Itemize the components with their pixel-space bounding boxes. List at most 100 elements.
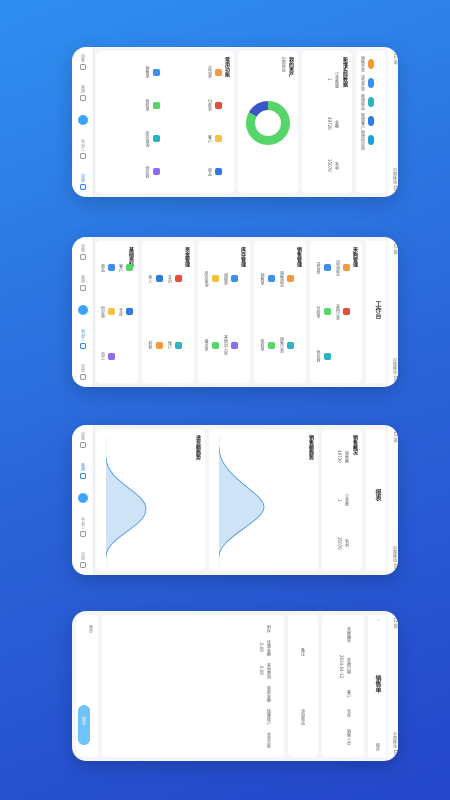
asset-value: 288000 xyxy=(281,57,286,73)
grid-icon xyxy=(79,531,86,538)
report-header: 报表 xyxy=(366,429,386,571)
user-icon xyxy=(79,254,86,261)
status-time: 12:08 xyxy=(393,53,398,65)
shortcut-item[interactable]: 销售单 xyxy=(100,57,160,87)
purchase-icon xyxy=(368,78,374,88)
menu-item[interactable]: 收款单 xyxy=(258,314,275,378)
workbench-header: 工作台 xyxy=(366,241,386,383)
home-screen: 12:08 中国移动 4G 首页 工作台 报表 我的 销售开单 进货开单 新增商… xyxy=(72,47,398,197)
tab-report[interactable]: 报表 xyxy=(79,85,86,101)
back-icon[interactable]: ‹ xyxy=(376,619,381,621)
grid-icon xyxy=(79,153,86,160)
tab-workbench[interactable]: 工作台 xyxy=(79,329,86,350)
shortcut-item[interactable]: 进货单 xyxy=(163,57,222,87)
menu-item[interactable]: 供应商 xyxy=(100,291,115,332)
tab-workbench[interactable]: 工作台 xyxy=(79,517,86,538)
tab-create[interactable] xyxy=(77,304,88,315)
home-icon xyxy=(79,373,86,380)
menu-item[interactable]: 账户 xyxy=(166,314,182,378)
section-sales: 销售管理 销售单 销售退货 收款单 销售订单 xyxy=(254,241,306,383)
menu-item[interactable]: 支出 xyxy=(166,247,182,311)
quick-customer[interactable]: 新增客户 xyxy=(360,113,374,129)
tab-create[interactable] xyxy=(77,492,88,503)
tab-mine[interactable]: 我的 xyxy=(79,54,86,71)
sales-icon xyxy=(368,59,374,69)
date-field[interactable]: 2024-04-12 xyxy=(339,655,344,678)
stats-title: 新增实际数据 xyxy=(342,57,348,87)
menu-item[interactable]: 其他出入库 xyxy=(222,314,238,378)
section-basic: 基础资料 商品 客户 供应商 仓库 员工 xyxy=(96,241,138,383)
add-goods-button[interactable]: 添加商品 xyxy=(300,709,306,725)
goods-icon xyxy=(368,97,374,107)
tab-mine[interactable]: 我的 xyxy=(79,432,86,449)
tab-home[interactable]: 首页 xyxy=(79,174,86,190)
user-icon xyxy=(79,442,86,449)
tab-report[interactable]: 报表 xyxy=(79,463,86,479)
sales-order-screen: 12:08 中国移动 4G 销售单 ‹ 保存 单据编号 单据日期 2024-04-… xyxy=(72,611,398,761)
menu-item[interactable]: 供应商 xyxy=(314,336,331,377)
page-title: 报表 xyxy=(374,489,381,501)
workbench-screen: 12:08 中国移动 4G 首页 工作台 报表 我的 工作台 采购管理 进货单 … xyxy=(72,237,398,387)
sales-trend-chart: 销售额趋势 xyxy=(209,429,318,571)
status-carrier: 中国移动 4G xyxy=(393,168,398,191)
section-fund: 资金管理 收入 支出 转账 账户 xyxy=(142,241,194,383)
menu-item[interactable]: 销售退货 xyxy=(278,247,294,311)
tab-create[interactable] xyxy=(77,114,88,125)
shortcut-item[interactable]: 库存查询 xyxy=(100,124,160,154)
customer-icon xyxy=(368,116,374,126)
submit-button[interactable]: 提交 xyxy=(78,705,90,745)
menu-item[interactable]: 商品 xyxy=(100,247,115,288)
menu-item[interactable]: 采购订单 xyxy=(334,291,350,332)
status-bar: 12:08 中国移动 4G xyxy=(388,237,398,387)
asset-card: 我的资产 288000 xyxy=(238,51,298,193)
menu-item[interactable]: 转账 xyxy=(146,314,163,378)
quick-sales[interactable]: 销售开单 xyxy=(360,56,374,72)
user-icon xyxy=(79,64,86,71)
shortcut-item[interactable]: 商品 xyxy=(163,157,222,187)
form-settlement: 附件 优惠金额 0.00 其他费用 0.00 收款金额 结算账户 本单欠款 xyxy=(102,615,284,757)
tab-bar: 首页 工作台 报表 我的 xyxy=(72,237,94,387)
grid-icon xyxy=(79,343,86,350)
tab-report[interactable]: 报表 xyxy=(79,275,86,291)
supplier-icon xyxy=(368,135,374,145)
menu-item[interactable]: 调拨单 xyxy=(222,247,238,311)
section-purchase: 采购管理 进货单 进货退货 付款单 采购订单 供应商 xyxy=(310,241,362,383)
sales-trend-svg xyxy=(219,437,265,567)
quick-goods[interactable]: 新增商品 xyxy=(360,94,374,110)
shortcut-item[interactable]: 客户 xyxy=(163,124,222,154)
plus-icon xyxy=(77,114,88,125)
quick-purchase[interactable]: 进货开单 xyxy=(360,75,374,91)
menu-item[interactable]: 盘点单 xyxy=(202,314,219,378)
menu-item[interactable]: 销售单 xyxy=(258,247,275,311)
report-screen: 12:08 中国移动 4G 首页 工作台 报表 我的 报表 销售概况 销售额 49… xyxy=(72,425,398,575)
shortcut-item[interactable]: 收款单 xyxy=(100,90,160,120)
menu-item[interactable]: 销售订单 xyxy=(278,314,294,378)
shortcut-item[interactable]: 付款单 xyxy=(163,90,222,120)
shortcut-item[interactable]: 供应商 xyxy=(100,157,160,187)
status-bar: 12:08 中国移动 4G xyxy=(388,47,398,197)
tab-mine[interactable]: 我的 xyxy=(79,244,86,261)
home-icon xyxy=(79,183,86,190)
tab-home[interactable]: 首页 xyxy=(79,552,86,568)
chart-icon xyxy=(79,94,86,101)
chart-icon xyxy=(79,472,86,479)
menu-item[interactable]: 仓库 xyxy=(118,291,133,332)
save-button[interactable]: 保存 xyxy=(375,743,381,751)
stats-card: 新增实际数据 订单数量 1 金额 49720 毛利 35070 xyxy=(302,51,352,193)
menu-item[interactable]: 付款单 xyxy=(314,291,331,332)
purchase-trend-chart: 进货额趋势 xyxy=(96,429,205,571)
menu-item[interactable]: 库存查询 xyxy=(202,247,219,311)
asset-title: 我的资产 xyxy=(288,57,294,77)
menu-item[interactable]: 员工 xyxy=(100,336,115,377)
menu-item[interactable]: 进货单 xyxy=(314,247,331,288)
page-title: 工作台 xyxy=(374,301,381,319)
tab-workbench[interactable]: 工作台 xyxy=(79,139,86,160)
menu-item[interactable]: 客户 xyxy=(118,247,133,288)
status-bar: 12:08 中国移动 4G xyxy=(388,611,398,761)
quick-supplier[interactable]: 新增供应商 xyxy=(360,130,374,150)
menu-item[interactable]: 进货退货 xyxy=(334,247,350,288)
form-header: 销售单 ‹ 保存 xyxy=(368,615,386,757)
tab-home[interactable]: 首页 xyxy=(79,364,86,380)
summary-card: 销售概况 销售额 49720 订单数 1 毛利 35070 xyxy=(322,429,362,571)
menu-item[interactable]: 收入 xyxy=(146,247,163,311)
